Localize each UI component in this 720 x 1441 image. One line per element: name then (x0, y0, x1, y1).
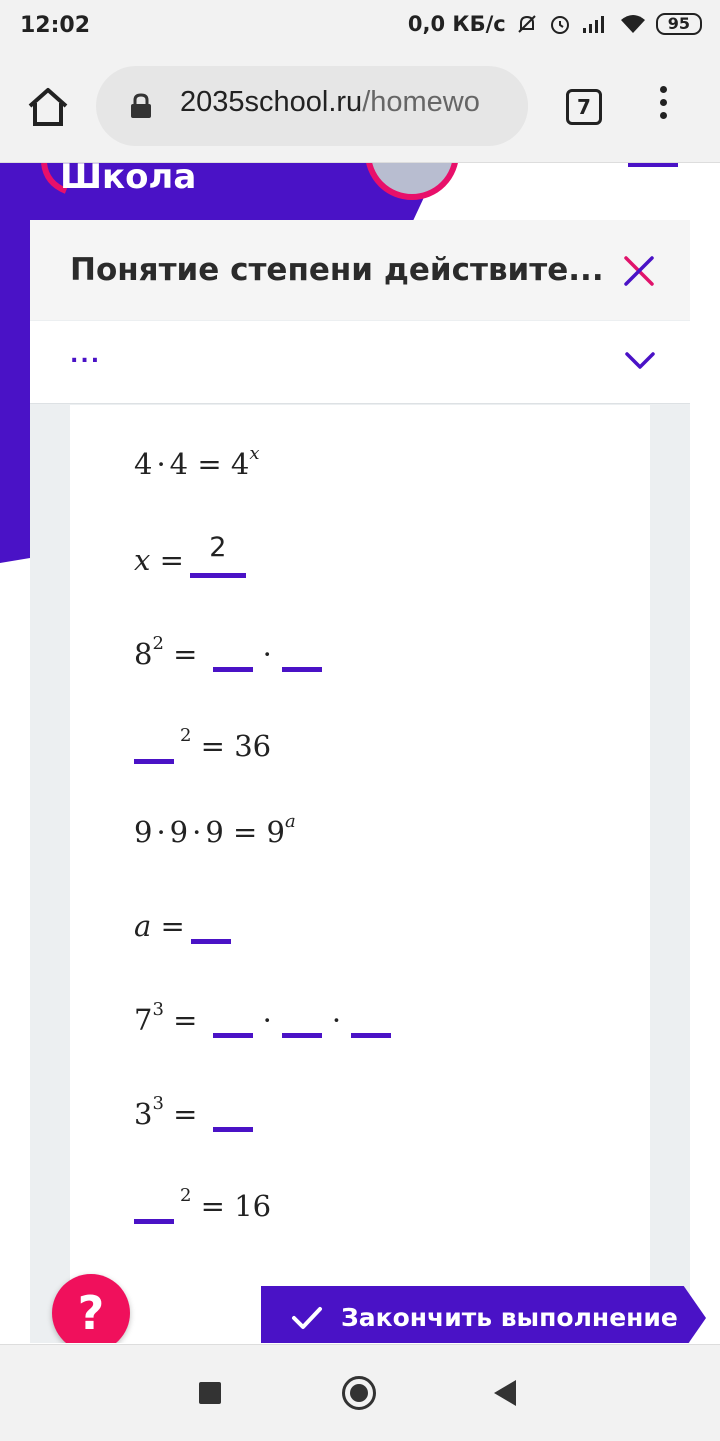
exponent: 3 (152, 1093, 164, 1114)
operator: · (192, 815, 202, 849)
check-icon (292, 1307, 322, 1329)
url-domain: 2035school.ru (180, 86, 363, 118)
help-button[interactable]: ? (52, 1274, 130, 1343)
operator: = (173, 1003, 198, 1037)
exponent: x (249, 443, 260, 464)
equation-7: 73 = · · (134, 999, 397, 1038)
answer-input[interactable] (190, 938, 231, 944)
number: 36 (234, 729, 272, 763)
exponent: 2 (180, 1185, 192, 1206)
signal-icon (582, 16, 604, 33)
back-icon[interactable] (494, 1380, 516, 1406)
equation-4: 2 = 36 (134, 725, 272, 764)
number: 16 (234, 1189, 272, 1223)
equation-5: 9 · 9 · 9 = 9a (134, 811, 296, 849)
network-speed: 0,0 КБ/с (407, 12, 506, 36)
number: 3 (134, 1097, 153, 1131)
equation-8: 33 = (134, 1093, 259, 1132)
answer-input[interactable] (351, 1032, 392, 1038)
finish-button[interactable]: Закончить выполнение (261, 1286, 706, 1343)
answer-value: 2 (209, 532, 227, 563)
operator: = (200, 1189, 225, 1223)
status-time: 12:02 (20, 13, 91, 38)
close-icon[interactable] (622, 254, 656, 288)
number: 4 (134, 447, 153, 481)
recents-icon[interactable] (199, 1382, 221, 1404)
variable: a (134, 909, 152, 943)
operator: = (160, 909, 185, 943)
wifi-icon (620, 15, 645, 33)
exponent: 3 (152, 999, 164, 1020)
answer-input[interactable] (134, 758, 174, 764)
tab-switcher-button[interactable]: 7 (566, 89, 602, 125)
system-nav-bar (0, 1344, 720, 1441)
number: 9 (205, 815, 224, 849)
operator: = (197, 447, 222, 481)
answer-input[interactable] (212, 1126, 253, 1132)
number: 8 (134, 637, 153, 671)
operator: = (200, 729, 225, 763)
equation-6: a = (134, 909, 237, 944)
variable: x (134, 543, 151, 577)
number: 9 (266, 815, 285, 849)
equation-3: 82 = · (134, 633, 328, 672)
answer-input[interactable] (212, 1032, 253, 1038)
operator: = (233, 815, 258, 849)
answer-input[interactable] (281, 666, 322, 672)
answer-input[interactable] (281, 1032, 322, 1038)
url-text: 2035school.ru/homewo (180, 86, 480, 119)
address-bar[interactable]: 2035school.ru/homewo (96, 66, 528, 146)
web-page: Школа Понятие степени действите... ... 4… (0, 163, 720, 1343)
operator: · (331, 1003, 342, 1037)
lesson-header: Понятие степени действите... (30, 220, 690, 320)
operator: = (159, 543, 184, 577)
operator: = (173, 1097, 198, 1131)
answer-input[interactable]: 2 (189, 532, 246, 578)
operator: · (262, 1003, 272, 1037)
url-path: /homewo (362, 86, 480, 118)
exercise-card: 4 · 4 = 4x x = 2 82 = · 2 = 36 9 · 9 · 9 = 9a a… (70, 405, 650, 1343)
answer-input[interactable] (212, 666, 253, 672)
battery-indicator: 95 (655, 13, 702, 35)
number: 9 (134, 815, 153, 849)
url-fade (488, 66, 528, 146)
home-circle-icon[interactable] (342, 1376, 376, 1410)
exponent: a (285, 811, 296, 832)
bell-off-icon (518, 15, 536, 33)
school-logo-text: Школа (60, 163, 197, 197)
number: 4 (230, 447, 250, 481)
equation-2: x = 2 (134, 532, 252, 578)
dropdown-value: ... (70, 343, 102, 368)
operator: · (156, 815, 166, 849)
finish-button-label: Закончить выполнение (341, 1303, 678, 1332)
exponent: 2 (180, 725, 192, 746)
number: 7 (134, 1003, 153, 1037)
more-menu-icon[interactable] (655, 86, 671, 130)
status-bar: 12:02 0,0 КБ/с 95 (0, 0, 720, 52)
operator: · (156, 447, 166, 481)
equation-1: 4 · 4 = 4x (134, 443, 259, 481)
browser-toolbar: 2035school.ru/homewo 7 (0, 52, 720, 163)
number: 4 (169, 447, 189, 481)
answer-input[interactable] (134, 1218, 174, 1224)
operator: = (173, 637, 198, 671)
equation-9: 2 = 16 (134, 1185, 272, 1224)
task-dropdown[interactable]: ... (30, 321, 690, 404)
exponent: 2 (152, 633, 164, 654)
operator: · (262, 637, 272, 671)
alarm-icon (550, 16, 569, 34)
lesson-title: Понятие степени действите... (70, 252, 604, 288)
chevron-down-icon[interactable] (624, 349, 656, 373)
home-icon[interactable] (26, 86, 70, 128)
status-icons: 0,0 КБ/с 95 (408, 12, 702, 36)
number: 9 (169, 815, 189, 849)
lock-icon (131, 93, 151, 118)
